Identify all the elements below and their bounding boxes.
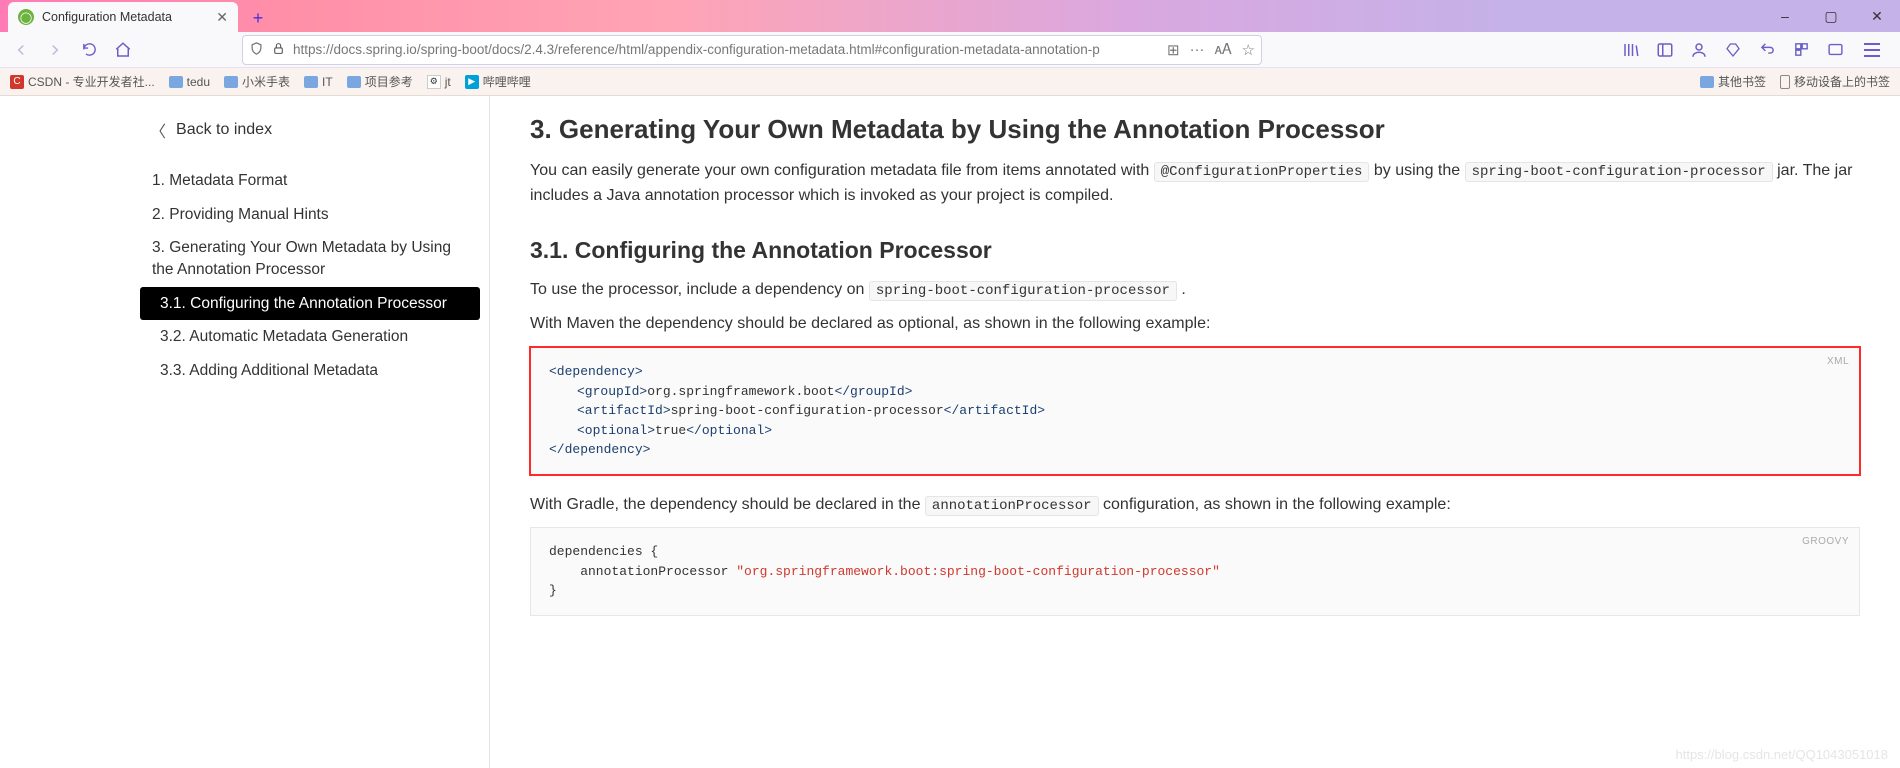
bookmark-bilibili[interactable]: ▶哔哩哔哩 xyxy=(465,73,531,90)
extension-icon-1[interactable] xyxy=(1722,39,1744,61)
toolbar-right xyxy=(1620,36,1894,64)
bookmark-csdn[interactable]: CCSDN - 专业开发者社... xyxy=(10,73,155,90)
extension-icon-4[interactable] xyxy=(1824,39,1846,61)
mobile-bookmarks[interactable]: 移动设备上的书签 xyxy=(1780,73,1890,90)
paragraph: To use the processor, include a dependen… xyxy=(530,278,1860,303)
inline-code: annotationProcessor xyxy=(925,496,1099,516)
app-menu-button[interactable] xyxy=(1858,36,1886,64)
bookmark-it[interactable]: IT xyxy=(304,75,333,89)
subsection-heading: 3.1. Configuring the Annotation Processo… xyxy=(530,237,1860,264)
back-label: Back to index xyxy=(176,121,272,139)
browser-toolbar: https://docs.spring.io/spring-boot/docs/… xyxy=(0,32,1900,68)
nav-home-button[interactable] xyxy=(108,35,138,65)
bookmark-jt[interactable]: ⚙jt xyxy=(427,75,451,89)
jt-icon: ⚙ xyxy=(427,75,441,89)
toc-sidebar: 〈 Back to index 1. Metadata Format2. Pro… xyxy=(0,96,490,768)
section-heading: 3. Generating Your Own Metadata by Using… xyxy=(530,114,1860,145)
urlbar[interactable]: https://docs.spring.io/spring-boot/docs/… xyxy=(242,35,1262,65)
inline-code: spring-boot-configuration-processor xyxy=(1465,162,1773,182)
toc-list: 1. Metadata Format2. Providing Manual Hi… xyxy=(140,164,489,388)
toc-item[interactable]: 1. Metadata Format xyxy=(140,164,480,198)
inline-code: spring-boot-configuration-processor xyxy=(869,281,1177,301)
nav-forward-button[interactable] xyxy=(40,35,70,65)
paragraph: With Maven the dependency should be decl… xyxy=(530,312,1860,337)
doc-body: 3. Generating Your Own Metadata by Using… xyxy=(490,96,1900,768)
csdn-icon: C xyxy=(10,75,24,89)
tracking-shield-icon[interactable] xyxy=(249,41,264,59)
folder-icon xyxy=(304,76,318,88)
toc-item[interactable]: 2. Providing Manual Hints xyxy=(140,198,480,232)
window-controls: – ▢ ✕ xyxy=(1762,0,1900,32)
window-minimize-button[interactable]: – xyxy=(1762,0,1808,32)
toc-item[interactable]: 3.1. Configuring the Annotation Processo… xyxy=(140,287,480,321)
window-close-button[interactable]: ✕ xyxy=(1854,0,1900,32)
folder-icon xyxy=(1700,76,1714,88)
new-tab-button[interactable]: + xyxy=(244,4,272,32)
folder-icon xyxy=(347,76,361,88)
code-lang-label: XML xyxy=(1827,354,1849,369)
nav-back-button[interactable] xyxy=(6,35,36,65)
page-content: 〈 Back to index 1. Metadata Format2. Pro… xyxy=(0,96,1900,768)
maven-xml-codebox: XML <dependency> <groupId>org.springfram… xyxy=(530,347,1860,475)
bookmark-project[interactable]: 项目参考 xyxy=(347,73,413,90)
lock-icon[interactable] xyxy=(272,42,285,58)
browser-tab[interactable]: ◯ Configuration Metadata ✕ xyxy=(8,2,238,32)
bookmark-star-icon[interactable]: ☆ xyxy=(1242,41,1255,59)
folder-icon xyxy=(169,76,183,88)
sidebar-toggle-icon[interactable] xyxy=(1654,39,1676,61)
bookmark-xiaomi[interactable]: 小米手表 xyxy=(224,73,290,90)
translate-icon[interactable]: 🗚 xyxy=(1215,41,1232,58)
chevron-left-icon: 〈 xyxy=(150,118,166,142)
toc-item[interactable]: 3. Generating Your Own Metadata by Using… xyxy=(140,231,480,286)
toc-item[interactable]: 3.2. Automatic Metadata Generation xyxy=(140,320,480,354)
code-lang-label: GROOVY xyxy=(1802,534,1849,549)
extension-icon-2[interactable] xyxy=(1756,39,1778,61)
bookmark-tedu[interactable]: tedu xyxy=(169,75,210,89)
urlbar-actions: ⊞ ··· 🗚 ☆ xyxy=(1167,41,1255,59)
urlbar-text[interactable]: https://docs.spring.io/spring-boot/docs/… xyxy=(293,42,1159,57)
paragraph: You can easily generate your own configu… xyxy=(530,159,1860,209)
bilibili-icon: ▶ xyxy=(465,75,479,89)
nav-reload-button[interactable] xyxy=(74,35,104,65)
window-maximize-button[interactable]: ▢ xyxy=(1808,0,1854,32)
tab-title: Configuration Metadata xyxy=(42,10,172,24)
account-icon[interactable] xyxy=(1688,39,1710,61)
back-to-index-link[interactable]: 〈 Back to index xyxy=(150,118,489,142)
extension-icon-3[interactable] xyxy=(1790,39,1812,61)
window-titlebar: ◯ Configuration Metadata ✕ + – ▢ ✕ xyxy=(0,0,1900,32)
inline-code: @ConfigurationProperties xyxy=(1154,162,1370,182)
gradle-groovy-codebox: GROOVY dependencies { annotationProcesso… xyxy=(530,527,1860,616)
tab-close-icon[interactable]: ✕ xyxy=(216,9,228,26)
spring-favicon-icon: ◯ xyxy=(18,9,34,25)
page-actions-icon[interactable]: ··· xyxy=(1190,41,1205,58)
library-icon[interactable] xyxy=(1620,39,1642,61)
mobile-icon xyxy=(1780,75,1790,89)
paragraph: With Gradle, the dependency should be de… xyxy=(530,493,1860,518)
reader-mode-icon[interactable]: ⊞ xyxy=(1167,41,1180,59)
folder-icon xyxy=(224,76,238,88)
other-bookmarks[interactable]: 其他书签 xyxy=(1700,73,1766,90)
toc-item[interactable]: 3.3. Adding Additional Metadata xyxy=(140,354,480,388)
bookmarks-bar: CCSDN - 专业开发者社... tedu 小米手表 IT 项目参考 ⚙jt … xyxy=(0,68,1900,96)
